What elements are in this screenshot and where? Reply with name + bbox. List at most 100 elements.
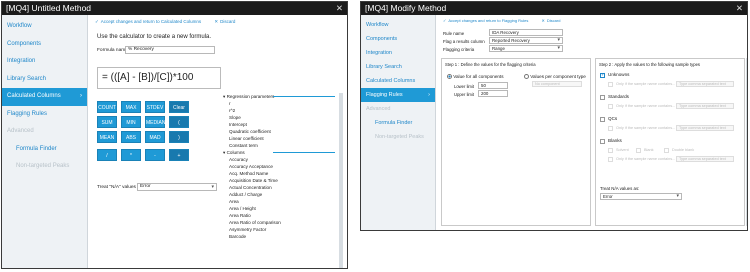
column-item[interactable]: Area Ratio of comparison	[221, 219, 337, 226]
checkbox-icon[interactable]	[600, 117, 605, 122]
check-icon: ✓	[95, 19, 99, 24]
keypad-button[interactable]: MEAN	[97, 131, 117, 143]
column-item[interactable]: Area / Height	[221, 205, 337, 212]
keypad-button[interactable]: (	[169, 116, 189, 128]
keypad-button[interactable]: STDEV	[145, 101, 165, 113]
upper-limit-input[interactable]: 200	[478, 90, 508, 97]
keypad-button[interactable]: SUM	[97, 116, 117, 128]
regression-item[interactable]: Constant term	[221, 142, 337, 149]
only-if-checkbox[interactable]	[608, 126, 613, 131]
rule-name-label: Rule name	[443, 31, 465, 36]
flag-column-label: Flag a results column	[443, 39, 485, 44]
flag-column-select[interactable]: Reported Recovery	[489, 37, 563, 44]
lower-limit-input[interactable]: 50	[478, 82, 508, 89]
column-item[interactable]: Asymmetry Factor	[221, 226, 337, 233]
column-item[interactable]: Area	[221, 198, 337, 205]
instruction-text: Use the calculator to create a new formu…	[97, 34, 212, 40]
blank-option-label: Solvent	[616, 148, 629, 152]
keypad-button[interactable]: MAD	[145, 131, 165, 143]
keypad-button[interactable]: +	[169, 149, 189, 161]
columns-header[interactable]: ▾ Columns	[221, 149, 337, 156]
keypad-button[interactable]: Clear	[169, 101, 189, 113]
column-item[interactable]: Accuracy Acceptance	[221, 163, 337, 170]
keypad-button[interactable]: -	[145, 149, 165, 161]
scrollbar[interactable]	[339, 93, 343, 268]
type-text-input[interactable]: Type comma separated text	[676, 103, 734, 109]
keypad-button[interactable]: MEDIAN	[145, 116, 165, 128]
regression-item[interactable]: Linear coefficient	[221, 135, 337, 142]
nav-item-integration[interactable]: Integration	[361, 46, 435, 60]
step2-title: Step 2 : Apply the values to the followi…	[599, 62, 701, 67]
keypad-button[interactable]: COUNT	[97, 101, 117, 113]
keypad-button[interactable]: )	[169, 131, 189, 143]
criteria-select[interactable]: Range	[489, 45, 563, 52]
nav-item-label: Calculated Columns	[366, 78, 416, 84]
discard-link[interactable]: ✕ Discard	[214, 19, 235, 24]
close-icon[interactable]: ✕	[736, 2, 743, 15]
nav-item-advanced: Advanced	[2, 123, 87, 141]
type-text-input[interactable]: Type comma separated text	[676, 125, 734, 131]
regression-item[interactable]: Quadratic coefficient	[221, 128, 337, 135]
column-item[interactable]: Acquisition Date & Time	[221, 177, 337, 184]
column-item[interactable]: Actual Concentration	[221, 184, 337, 191]
checkbox-icon[interactable]	[600, 139, 605, 144]
nav-item-library-search[interactable]: Library Search	[2, 71, 87, 89]
scrollbar[interactable]	[746, 58, 747, 226]
blank-option-label: Double blank	[672, 148, 695, 152]
rule-name-input[interactable]: IDA Recovery	[489, 29, 563, 36]
nav-item-calculated-columns[interactable]: Calculated Columns ›	[2, 88, 87, 106]
regression-item[interactable]: Intercept	[221, 121, 337, 128]
keypad-button[interactable]: ABS	[121, 131, 141, 143]
formula-display[interactable]: = (([A] - [B])/[C])*100	[97, 67, 221, 89]
blank-option-checkbox[interactable]	[608, 148, 613, 153]
nav-item-label: Formula Finder	[16, 145, 57, 152]
nav-item-flagging-rules[interactable]: Flagging Rules	[2, 106, 87, 124]
type-text-input[interactable]: Type comma separated text	[676, 81, 734, 87]
keypad-button[interactable]: MIN	[121, 116, 141, 128]
keypad-button[interactable]: *	[121, 149, 141, 161]
nav-item-integration[interactable]: Integration	[2, 53, 87, 71]
only-if-checkbox[interactable]	[608, 82, 613, 87]
regression-header[interactable]: ▾ Regression parameters	[221, 93, 337, 100]
regression-item[interactable]: Slope	[221, 114, 337, 121]
nav-item-flagging-rules[interactable]: Flagging Rules ›	[361, 88, 435, 102]
nav-item-formula-finder[interactable]: Formula Finder	[2, 141, 87, 159]
nav-item-components[interactable]: Components	[2, 36, 87, 54]
column-item[interactable]: Acq. Method Name	[221, 170, 337, 177]
blank-option-checkbox[interactable]	[636, 148, 641, 153]
close-icon[interactable]: ✕	[336, 2, 343, 15]
na-select[interactable]: Error	[137, 183, 217, 191]
accept-changes-link[interactable]: ✓ Accept changes and return to Flagging R…	[443, 18, 528, 23]
column-item[interactable]: Barcode	[221, 233, 337, 240]
formula-name-input[interactable]: % Recovery	[125, 46, 215, 54]
nav-item-label: Components	[366, 36, 398, 42]
nav-item-calculated-columns[interactable]: Calculated Columns	[361, 74, 435, 88]
column-item[interactable]: Area Ratio	[221, 212, 337, 219]
nav-item-workflow[interactable]: Workflow	[2, 18, 87, 36]
na-select[interactable]: Error	[600, 193, 682, 200]
keypad-button[interactable]: MAX	[121, 101, 141, 113]
regression-item[interactable]: r^2	[221, 107, 337, 114]
keypad-button[interactable]: /	[97, 149, 117, 161]
component-type-select[interactable]: No component	[532, 81, 582, 87]
check-icon: ✓	[443, 18, 447, 23]
nav-item-components[interactable]: Components	[361, 32, 435, 46]
nav-item-library-search[interactable]: Library Search	[361, 60, 435, 74]
column-item[interactable]: Adduct / Charge	[221, 191, 337, 198]
step2-panel: Step 2 : Apply the values to the followi…	[595, 58, 745, 226]
nav-item-formula-finder[interactable]: Formula Finder	[361, 116, 435, 130]
checkbox-icon[interactable]	[600, 95, 605, 100]
per-component-radio[interactable]: Values per component type	[524, 74, 586, 80]
only-if-checkbox[interactable]	[608, 157, 613, 162]
type-text-input[interactable]: Type comma separated text	[676, 156, 734, 162]
blank-option-checkbox[interactable]	[664, 148, 669, 153]
regression-item[interactable]: r	[221, 100, 337, 107]
discard-icon: ✕	[214, 19, 219, 24]
column-item[interactable]: Accuracy	[221, 156, 337, 163]
nav-item-workflow[interactable]: Workflow	[361, 18, 435, 32]
accept-changes-link[interactable]: ✓ Accept changes and return to Calculated…	[95, 19, 201, 24]
discard-link[interactable]: ✕ Discard	[542, 18, 561, 23]
all-components-radio[interactable]: Value for all components	[447, 74, 504, 80]
only-if-checkbox[interactable]	[608, 104, 613, 109]
checkbox-icon[interactable]	[600, 72, 605, 78]
